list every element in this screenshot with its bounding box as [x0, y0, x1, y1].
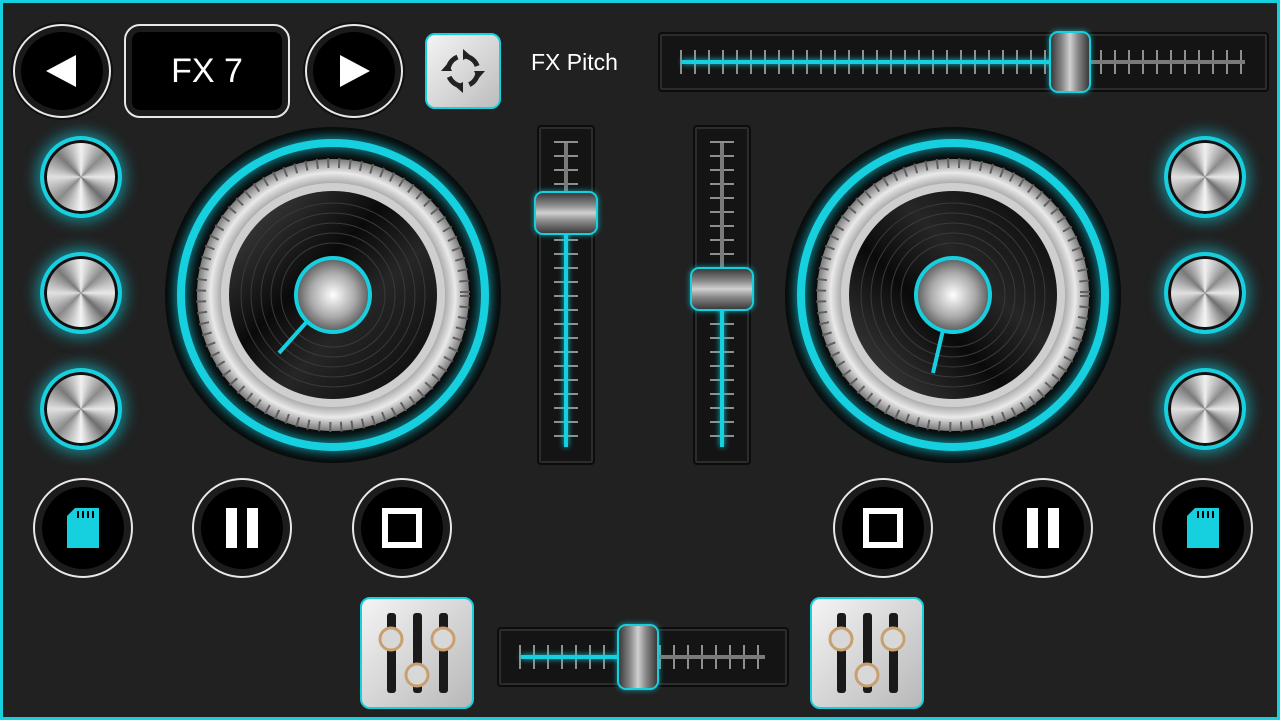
sd-card-icon	[67, 508, 99, 548]
effect-name-display: FX 7	[124, 24, 290, 118]
dj-mixer-app: FX 7 FX Pitch	[0, 0, 1280, 720]
right-turntable[interactable]	[783, 125, 1123, 465]
slider-fill	[682, 60, 1071, 64]
left-load-track-button[interactable]	[33, 478, 133, 578]
left-effect-knob-1[interactable]	[40, 136, 122, 218]
left-effect-knob-3[interactable]	[40, 368, 122, 450]
right-pause-button[interactable]	[993, 478, 1093, 578]
slider-fill	[564, 212, 568, 447]
sync-button[interactable]	[425, 33, 501, 109]
fx-pitch-thumb[interactable]	[1049, 31, 1092, 93]
left-pause-button[interactable]	[192, 478, 292, 578]
crossfader-slider[interactable]	[497, 624, 789, 690]
equalizer-sliders-icon	[828, 613, 906, 693]
right-equalizer-button[interactable]	[810, 597, 924, 709]
pause-icon	[1027, 508, 1059, 548]
sd-card-icon	[1187, 508, 1219, 548]
left-stop-button[interactable]	[352, 478, 452, 578]
triangle-left-icon	[46, 55, 76, 87]
left-equalizer-button[interactable]	[360, 597, 474, 709]
equalizer-sliders-icon	[378, 613, 456, 693]
left-volume-thumb[interactable]	[534, 190, 598, 235]
right-volume-slider[interactable]	[690, 125, 754, 465]
slider-fill	[720, 288, 724, 447]
previous-effect-button[interactable]	[13, 24, 111, 118]
crossfader-thumb[interactable]	[617, 624, 660, 690]
triangle-right-icon	[340, 55, 370, 87]
pause-icon	[226, 508, 258, 548]
fx-pitch-label: FX Pitch	[531, 49, 618, 75]
right-volume-thumb[interactable]	[690, 266, 754, 311]
stop-icon	[382, 508, 422, 548]
right-stop-button[interactable]	[833, 478, 933, 578]
left-effect-knob-2[interactable]	[40, 252, 122, 334]
right-effect-knob-1[interactable]	[1164, 136, 1246, 218]
stop-icon	[863, 508, 903, 548]
effect-name: FX 7	[171, 51, 243, 90]
fx-pitch-slider[interactable]	[658, 31, 1269, 93]
right-effect-knob-2[interactable]	[1164, 252, 1246, 334]
right-load-track-button[interactable]	[1153, 478, 1253, 578]
next-effect-button[interactable]	[305, 24, 403, 118]
left-volume-slider[interactable]	[534, 125, 598, 465]
circular-arrows-icon	[441, 49, 485, 93]
right-effect-knob-3[interactable]	[1164, 368, 1246, 450]
left-turntable[interactable]	[163, 125, 503, 465]
